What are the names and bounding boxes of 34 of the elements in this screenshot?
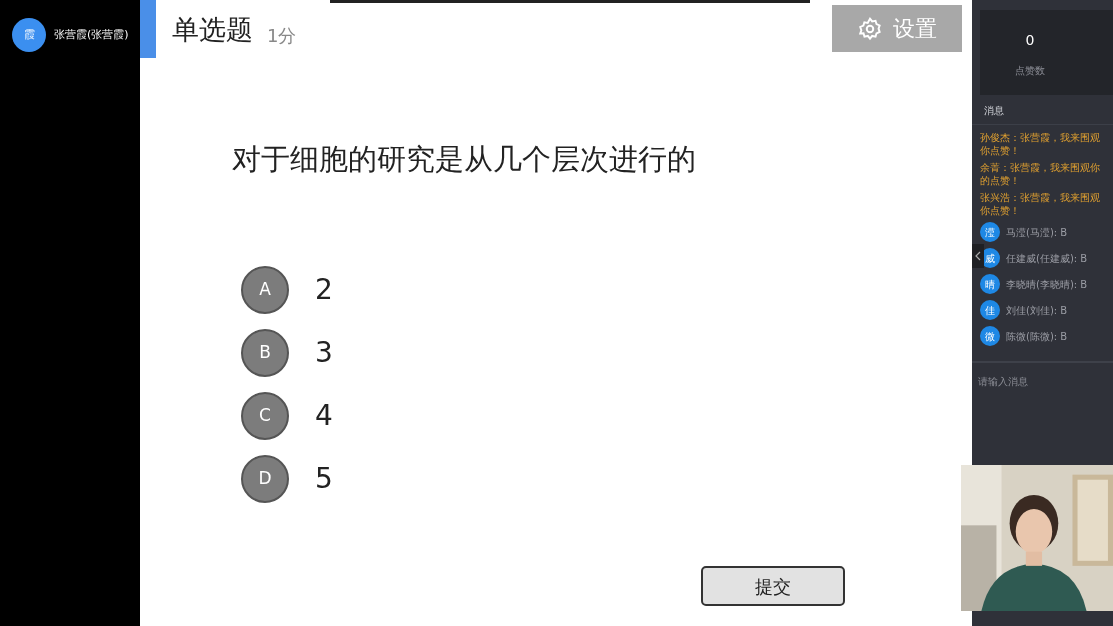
answer-message: 刘佳(刘佳): B: [1006, 303, 1068, 318]
user-avatar: 晴: [980, 274, 1000, 294]
stat-value: 0: [1025, 31, 1035, 50]
option-letter[interactable]: B: [241, 328, 289, 377]
option-letter[interactable]: D: [241, 454, 289, 503]
question-text: 对于细胞的研究是从几个层次进行的: [232, 141, 697, 178]
user-avatar: 滢: [980, 222, 1000, 242]
chat-message: 余菁：张营霞，我来围观你的点赞！: [980, 161, 1101, 187]
option-value: 5: [315, 460, 333, 497]
answer-message: 马滢(马滢): B: [1006, 225, 1068, 240]
settings-icon: [857, 15, 883, 42]
chat-message: 张兴浩：张营霞，我来围观你点赞！: [980, 191, 1101, 217]
option-value: 2: [315, 271, 333, 308]
question-type: 单选题: [172, 13, 253, 47]
chevron-left-icon: [975, 251, 981, 261]
answer-message: 李晓晴(李晓晴): B: [1006, 277, 1088, 292]
user-avatar: 微: [980, 326, 1000, 346]
answer-message: 陈微(陈微): B: [1006, 329, 1068, 344]
option-letter[interactable]: A: [241, 265, 289, 314]
stat-label: 点赞数: [1015, 64, 1045, 78]
option-value: 3: [315, 334, 333, 371]
option-letter[interactable]: C: [241, 391, 289, 440]
user-avatar: 佳: [980, 300, 1000, 320]
option-value: 4: [315, 397, 333, 434]
settings-button[interactable]: 设置: [832, 5, 962, 52]
question-score: 1分: [267, 23, 297, 48]
answer-message: 任建威(任建威): B: [1006, 251, 1088, 266]
message-input[interactable]: 请输入消息: [978, 374, 1107, 389]
chat-message: 孙俊杰：张营霞，我来围观你点赞！: [980, 131, 1101, 157]
accent-bar: [140, 0, 156, 58]
submit-button[interactable]: 提交: [701, 566, 845, 606]
presenter-name: 张营霞(张营霞): [54, 26, 129, 43]
collapse-tab[interactable]: [972, 244, 984, 268]
messages-title: 消息: [984, 104, 1005, 118]
